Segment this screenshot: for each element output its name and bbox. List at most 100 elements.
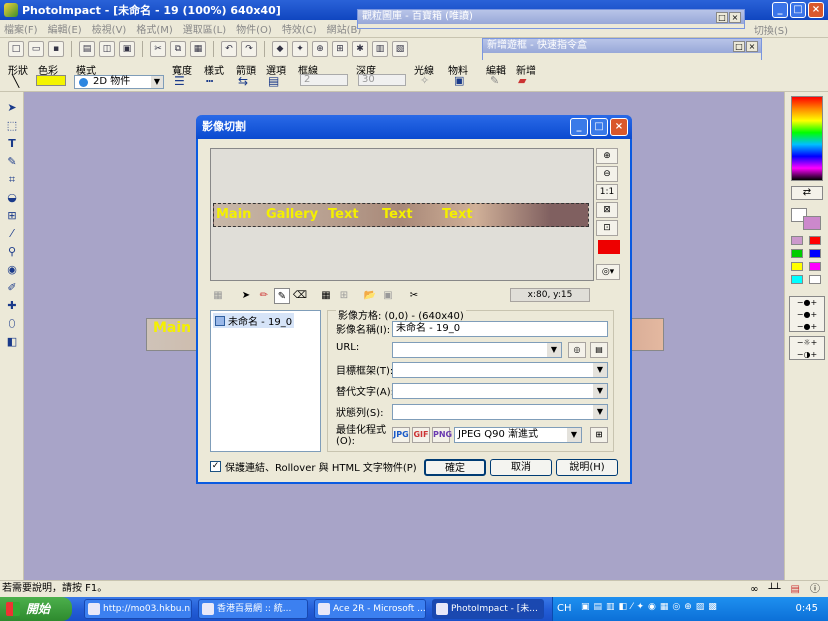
cut-icon[interactable]: ✂	[150, 41, 166, 57]
optimizer-select[interactable]: JPEG Q90 漸進式 ▼	[454, 427, 582, 443]
zoom-in-icon[interactable]: ⊕	[596, 148, 618, 164]
gif-optimizer-icon[interactable]: GIF	[412, 427, 430, 443]
preview-image-strip[interactable]: Main Gallery Text Text Text	[213, 203, 589, 227]
print-icon[interactable]: ▤	[79, 41, 95, 57]
menu-object[interactable]: 物件(O)	[236, 21, 272, 36]
menu-switch[interactable]: 切換(S)	[754, 22, 788, 37]
help-button[interactable]: 說明(H)	[556, 459, 618, 476]
brightness-adjust-icon[interactable]: −☼+ −◑+	[789, 336, 825, 360]
grid-icon[interactable]: ▦	[318, 288, 334, 304]
minimize-button[interactable]: _	[772, 2, 788, 18]
new-object-icon[interactable]: ▰	[518, 74, 526, 87]
optimizer-settings-icon[interactable]: ⊞	[590, 427, 608, 443]
menu-edit[interactable]: 編輯(E)	[48, 21, 82, 36]
png-optimizer-icon[interactable]: PNG	[432, 427, 452, 443]
eraser-icon[interactable]: ⌫	[292, 288, 308, 304]
draw-line-icon[interactable]: ✏	[256, 288, 272, 304]
menu-selection[interactable]: 選取區(L)	[183, 21, 226, 36]
depth-field[interactable]: 30	[358, 74, 406, 86]
jpg-optimizer-icon[interactable]: JPG	[392, 427, 410, 443]
view-icon[interactable]: ▥	[372, 41, 388, 57]
sparkle-icon[interactable]: ✱	[352, 41, 368, 57]
menu-view[interactable]: 檢視(V)	[92, 21, 127, 36]
foreground-color-swatch[interactable]	[803, 216, 821, 230]
line-shape-icon[interactable]: ╲	[12, 74, 19, 88]
gradient-tool-icon[interactable]: ◧	[4, 334, 20, 350]
material-icon[interactable]: ▣	[454, 74, 464, 87]
start-button[interactable]: 開始	[0, 597, 72, 621]
undo-icon[interactable]: ↶	[221, 41, 237, 57]
menu-effect[interactable]: 特效(C)	[282, 21, 317, 36]
remove-slices-icon[interactable]: ✂	[406, 288, 422, 304]
menu-format[interactable]: 格式(M)	[136, 21, 172, 36]
protect-links-row[interactable]: ✓ 保護連結、Rollover 與 HTML 文字物件(P)	[210, 459, 417, 474]
slice-line-color-swatch[interactable]	[598, 240, 620, 254]
tray-icons[interactable]: ▣▤▥◧⁄✦◉▦◎⊕▨▩	[581, 602, 721, 612]
layout-icon[interactable]: ▧	[392, 41, 408, 57]
print-preview-icon[interactable]: ◫	[99, 41, 115, 57]
menu-file[interactable]: 檔案(F)	[4, 21, 38, 36]
palette-swatch[interactable]	[809, 275, 821, 284]
cancel-button[interactable]: 取消	[490, 459, 552, 476]
url-select[interactable]: ▼	[392, 342, 562, 358]
quick-close-button[interactable]: ×	[746, 41, 758, 52]
option-icon[interactable]: ▤	[268, 74, 279, 88]
dialog-close-button[interactable]: ×	[610, 118, 628, 136]
open-folder-icon[interactable]: ▭	[28, 41, 44, 57]
browser-preview-icon[interactable]: ◎▾	[596, 264, 620, 280]
palette-swatch[interactable]	[809, 236, 821, 245]
dialog-maximize-button[interactable]: □	[590, 118, 608, 136]
swap-colors-icon[interactable]: ⇄	[791, 186, 823, 200]
save-icon[interactable]: ▪	[48, 41, 64, 57]
slice-tool-icon[interactable]: ⊞	[4, 208, 20, 224]
paint-tool-icon[interactable]: ✐	[4, 280, 20, 296]
light-icon[interactable]: ✧	[420, 74, 429, 87]
palette-swatch[interactable]	[791, 275, 803, 284]
palette-swatch[interactable]	[809, 262, 821, 271]
zoom-icon[interactable]: ⊕	[312, 41, 328, 57]
color-tool-icon[interactable]: ◉	[4, 262, 20, 278]
open-icon[interactable]: 📂	[362, 288, 378, 304]
palette-swatch[interactable]	[791, 249, 803, 258]
target-frame-select[interactable]: ▼	[392, 362, 608, 378]
border-field[interactable]: 2	[300, 74, 348, 86]
fill-tool-icon[interactable]: ⬯	[4, 316, 20, 332]
slice-preview[interactable]: Main Gallery Text Text Text	[210, 148, 594, 281]
dialog-minimize-button[interactable]: _	[570, 118, 588, 136]
copy-icon[interactable]: ⧉	[170, 41, 186, 57]
alt-text-select[interactable]: ▼	[392, 383, 608, 399]
gallery-close-button[interactable]: ×	[729, 12, 741, 23]
fit-window-icon[interactable]: ⊠	[596, 202, 618, 218]
selection-tool-icon[interactable]: ⬚	[4, 118, 20, 134]
color-picker[interactable]	[791, 96, 823, 181]
browse-url-icon[interactable]: ◎	[568, 342, 586, 358]
zoom-out-icon[interactable]: ⊖	[596, 166, 618, 182]
effect-icon[interactable]: ✦	[292, 41, 308, 57]
protect-links-checkbox[interactable]: ✓	[210, 461, 221, 472]
transform-icon[interactable]: ⊞	[332, 41, 348, 57]
link-icon[interactable]: ▤	[590, 342, 608, 358]
gallery-window[interactable]: 觀粒圖庫 - 百寶箱 (唯讀) □ ×	[357, 9, 745, 29]
taskbar-item-website[interactable]: 香港百易網 :: 統...	[198, 599, 308, 619]
close-button[interactable]: ×	[808, 2, 824, 18]
palette-swatch[interactable]	[809, 249, 821, 258]
slice-list[interactable]: 未命名 - 19_0	[210, 310, 321, 452]
palette-swatch[interactable]	[791, 236, 803, 245]
style-icon[interactable]: ┅	[206, 74, 213, 88]
zoom-tool-icon[interactable]: ⚲	[4, 244, 20, 260]
eyedropper-tool-icon[interactable]: ⁄	[4, 226, 20, 242]
taskbar-item-document[interactable]: Ace 2R - Microsoft ...	[314, 599, 426, 619]
arrow-icon[interactable]: ⇆	[238, 74, 248, 88]
object-icon[interactable]: ◆	[272, 41, 288, 57]
pen-icon[interactable]: ✎	[274, 288, 290, 304]
redo-icon[interactable]: ↷	[241, 41, 257, 57]
paste-icon[interactable]: ▦	[190, 41, 206, 57]
scan-icon[interactable]: ▣	[119, 41, 135, 57]
quick-restore-button[interactable]: □	[733, 41, 745, 52]
taskbar-item-photoimpact[interactable]: PhotoImpact - [未...	[432, 599, 544, 619]
ok-button[interactable]: 確定	[424, 459, 486, 476]
edit-icon[interactable]: ✎	[490, 74, 499, 87]
clone-tool-icon[interactable]: ✚	[4, 298, 20, 314]
new-file-icon[interactable]: □	[8, 41, 24, 57]
image-name-input[interactable]: 未命名 - 19_0	[392, 321, 608, 337]
